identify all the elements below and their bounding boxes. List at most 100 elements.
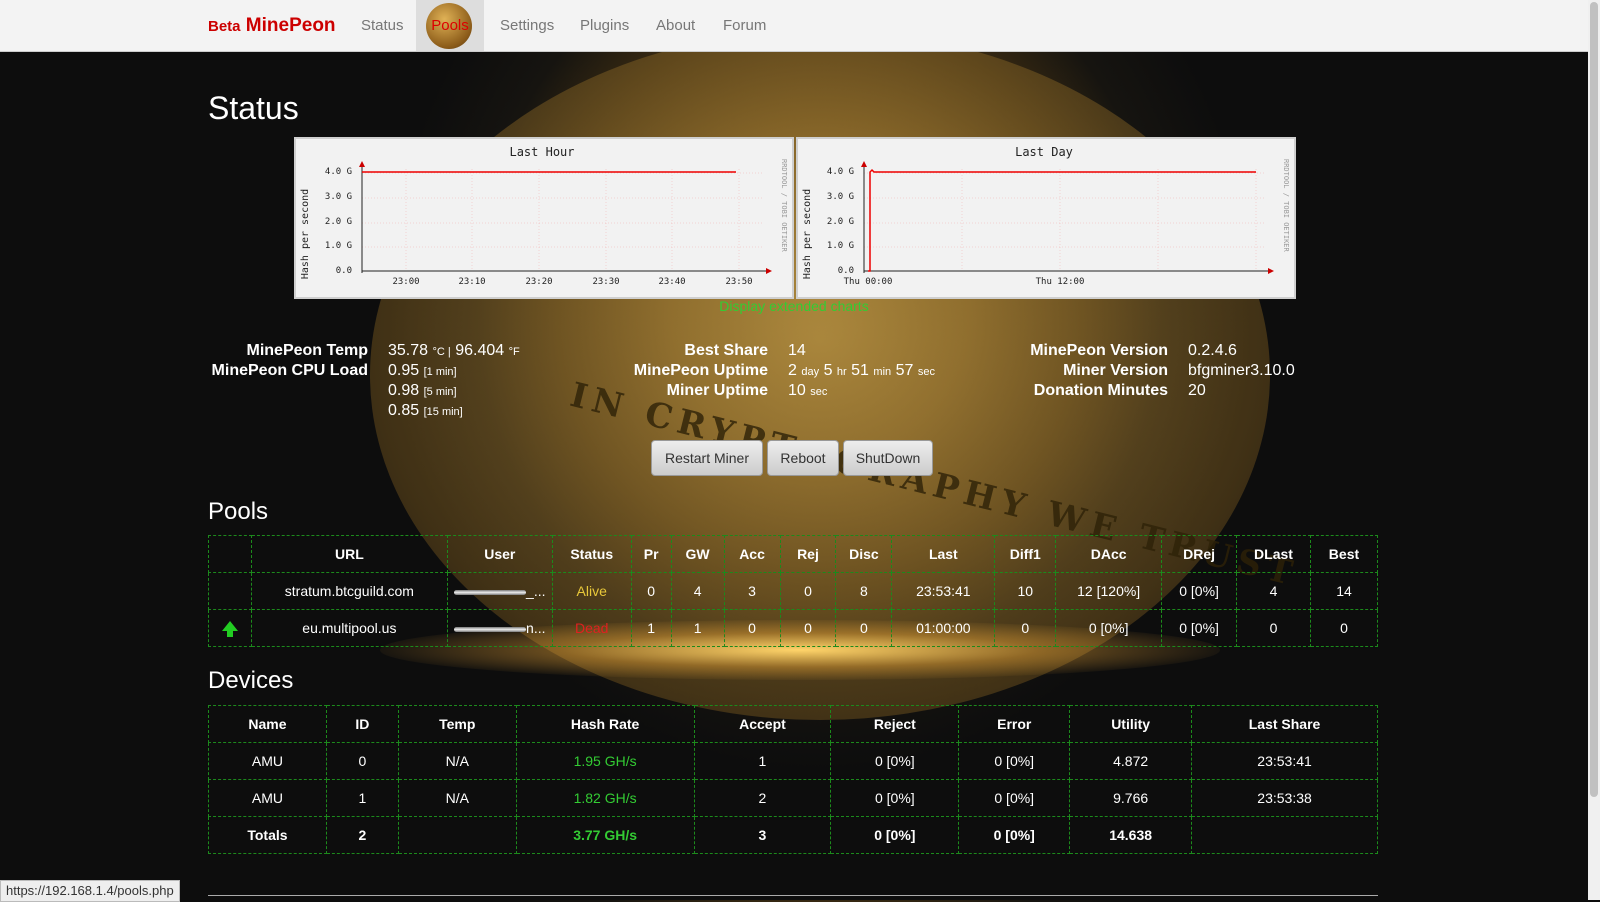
col-header: Reject bbox=[830, 705, 960, 743]
load-1-value: 0.95 bbox=[388, 362, 420, 379]
priority-cell bbox=[208, 609, 252, 647]
col-header: URL bbox=[250, 535, 448, 573]
totals-id: 2 bbox=[325, 816, 399, 854]
x-tick: 23:10 bbox=[458, 277, 485, 287]
scrollbar[interactable] bbox=[1588, 0, 1600, 900]
chart-ylabel: Hash per second bbox=[300, 189, 311, 279]
pool-best: 14 bbox=[1309, 572, 1379, 610]
col-header: ID bbox=[325, 705, 399, 743]
uptime-minutes-unit: min bbox=[873, 366, 892, 378]
device-utility: 9.766 bbox=[1069, 779, 1193, 817]
redacted-username bbox=[454, 589, 527, 595]
totals-accept: 3 bbox=[693, 816, 832, 854]
chart-last-day-svg: Last Day Hash per second RRDTOOL / TOBI … bbox=[802, 145, 1290, 287]
miner-uptime-number: 10 bbox=[788, 382, 806, 399]
device-last-share: 23:53:41 bbox=[1191, 742, 1378, 780]
chart-grid bbox=[863, 169, 1264, 271]
device-error: 0 [0%] bbox=[958, 779, 1071, 817]
temp-f: 96.404 bbox=[455, 342, 505, 359]
y-tick: 4.0 G bbox=[827, 167, 854, 177]
devices-heading: Devices bbox=[208, 667, 294, 694]
totals-temp bbox=[397, 816, 517, 854]
totals-reject: 0 [0%] bbox=[830, 816, 960, 854]
nav-plugins[interactable]: Plugins bbox=[580, 17, 629, 34]
totals-utility: 14.638 bbox=[1069, 816, 1193, 854]
x-axis-arrow bbox=[766, 268, 772, 274]
uptime-seconds: 57 bbox=[895, 362, 914, 379]
x-tick: 23:40 bbox=[658, 277, 685, 287]
cpu-load-label: MinePeon CPU Load bbox=[211, 362, 368, 379]
scrollbar-thumb[interactable] bbox=[1590, 2, 1598, 797]
y-tick: 2.0 G bbox=[827, 217, 854, 227]
brand[interactable]: Beta MinePeon bbox=[208, 15, 336, 37]
x-tick: Thu 12:00 bbox=[1036, 277, 1085, 287]
user-suffix: n... bbox=[526, 620, 546, 636]
devices-header-row: Name ID Temp Hash Rate Accept Reject Err… bbox=[208, 705, 1378, 743]
device-name: AMU bbox=[208, 779, 327, 817]
totals-last-share bbox=[1191, 816, 1378, 854]
donation-value: 20 bbox=[1188, 382, 1206, 399]
nav-pools[interactable]: Pools bbox=[416, 0, 484, 51]
nav-forum[interactable]: Forum bbox=[723, 17, 766, 34]
pool-dlast: 0 bbox=[1236, 609, 1311, 647]
miner-uptime-label: Miner Uptime bbox=[666, 382, 768, 399]
y-tick: 4.0 G bbox=[325, 167, 352, 177]
pool-pr: 1 bbox=[630, 609, 672, 647]
move-up-icon[interactable] bbox=[221, 621, 238, 637]
col-header: Hash Rate bbox=[515, 705, 695, 743]
device-reject: 0 [0%] bbox=[830, 742, 960, 780]
totals-error: 0 [0%] bbox=[958, 816, 1071, 854]
pool-rej: 0 bbox=[779, 609, 837, 647]
y-tick: 0.0 bbox=[336, 266, 352, 276]
load-5-unit: [5 min] bbox=[423, 386, 457, 398]
device-accept: 2 bbox=[693, 779, 832, 817]
device-id: 1 bbox=[325, 779, 399, 817]
table-row: AMU 0 N/A 1.95 GH/s 1 0 [0%] 0 [0%] 4.87… bbox=[208, 742, 1378, 780]
nav-status[interactable]: Status bbox=[361, 17, 404, 34]
col-header: User bbox=[446, 535, 553, 573]
navbar: Beta MinePeon Status Pools Settings Plug… bbox=[0, 0, 1588, 52]
pool-acc: 3 bbox=[723, 572, 781, 610]
temp-c: 35.78 bbox=[388, 342, 429, 359]
table-row: stratum.btcguild.com _... Alive 0 4 3 0 … bbox=[208, 572, 1379, 610]
miner-version-value: bfgminer3.10.0 bbox=[1188, 362, 1295, 379]
redacted-username bbox=[454, 626, 527, 632]
brand-beta: Beta bbox=[208, 18, 241, 35]
x-tick: Thu 00:00 bbox=[844, 277, 893, 287]
devices-table: Name ID Temp Hash Rate Accept Reject Err… bbox=[208, 705, 1378, 854]
pool-last: 23:53:41 bbox=[891, 572, 996, 610]
col-header: Error bbox=[958, 705, 1071, 743]
load-1: 0.95 [1 min] bbox=[388, 362, 457, 380]
pool-status: Alive bbox=[551, 572, 632, 610]
pool-diff1: 10 bbox=[994, 572, 1057, 610]
pool-diff1: 0 bbox=[994, 609, 1057, 647]
pool-acc: 0 bbox=[723, 609, 781, 647]
pool-user: _... bbox=[446, 572, 553, 610]
best-share-value: 14 bbox=[788, 342, 806, 359]
miner-uptime-unit: sec bbox=[810, 386, 828, 398]
nav-about[interactable]: About bbox=[656, 17, 695, 34]
reboot-button[interactable]: Reboot bbox=[767, 440, 839, 476]
table-row: AMU 1 N/A 1.82 GH/s 2 0 [0%] 0 [0%] 9.76… bbox=[208, 779, 1378, 817]
chart-ylabel: Hash per second bbox=[802, 189, 813, 279]
device-reject: 0 [0%] bbox=[830, 779, 960, 817]
restart-miner-button[interactable]: Restart Miner bbox=[651, 440, 763, 476]
donation-label: Donation Minutes bbox=[1033, 382, 1168, 399]
y-axis-arrow bbox=[861, 161, 867, 167]
x-tick: 23:20 bbox=[525, 277, 552, 287]
nav-settings[interactable]: Settings bbox=[500, 17, 554, 34]
device-last-share: 23:53:38 bbox=[1191, 779, 1378, 817]
totals-hashrate: 3.77 GH/s bbox=[515, 816, 695, 854]
browser-status-url: https://192.168.1.4/pools.php bbox=[0, 880, 180, 902]
shutdown-button[interactable]: ShutDown bbox=[843, 440, 933, 476]
pool-url: eu.multipool.us bbox=[250, 609, 448, 647]
extended-charts-link[interactable]: Display extended charts bbox=[700, 298, 888, 314]
device-id: 0 bbox=[325, 742, 399, 780]
pool-gw: 1 bbox=[670, 609, 725, 647]
col-header bbox=[208, 535, 252, 573]
pool-best: 0 bbox=[1309, 609, 1379, 647]
hashrate-line bbox=[868, 168, 1256, 272]
pool-drej: 0 [0%] bbox=[1161, 609, 1238, 647]
pool-rej: 0 bbox=[779, 572, 837, 610]
temp-f-unit: °F bbox=[508, 346, 520, 358]
